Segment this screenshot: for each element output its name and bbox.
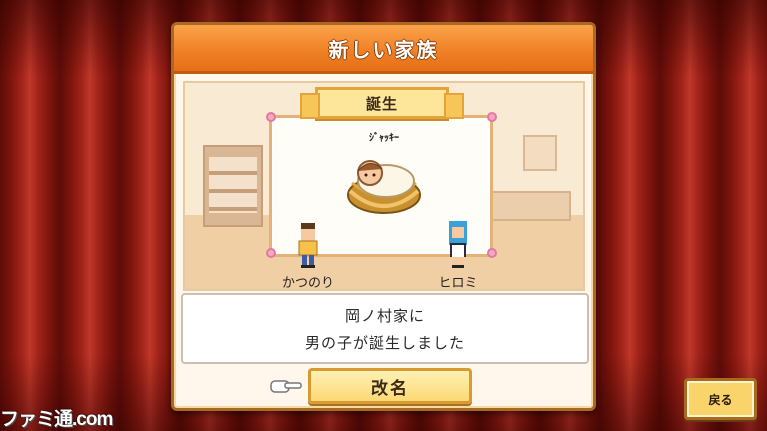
message-line-2: 男の子が誕生しました xyxy=(304,333,465,352)
flower-icon xyxy=(266,112,276,122)
window-icon xyxy=(523,135,557,171)
baby-name: ｼﾞｬｯｷｰ xyxy=(369,133,399,144)
dialog-title: 新しい家族 xyxy=(328,37,439,62)
flower-icon xyxy=(266,248,276,258)
counter-icon xyxy=(487,191,571,221)
back-label: 戻る xyxy=(708,392,733,407)
birth-ribbon: 誕生 xyxy=(300,87,464,119)
ribbon-label: 誕生 xyxy=(365,94,398,113)
message-box: 岡ノ村家に 男の子が誕生しました xyxy=(181,293,589,364)
rename-label: 改名 xyxy=(371,378,409,399)
flower-icon xyxy=(487,248,497,258)
mother-name: ヒロミ xyxy=(438,276,478,291)
back-button[interactable]: 戻る xyxy=(684,378,757,420)
new-family-dialog: 新しい家族 誕生 ｼﾞｬｯｷｰ かつのり ヒロミ 岡ノ村家に 男の子が誕生しまし… xyxy=(171,22,596,411)
father-sprite-icon xyxy=(298,223,318,268)
dialog-header: 新しい家族 xyxy=(174,25,593,74)
watermark-logo: ファミ通.com xyxy=(0,408,113,430)
pointing-hand-icon xyxy=(270,380,302,393)
message-line-1: 岡ノ村家に xyxy=(344,306,425,325)
mother-sprite-icon xyxy=(449,221,467,268)
father-name: かつのり xyxy=(281,276,334,291)
bookshelf-icon xyxy=(203,145,263,227)
flower-icon xyxy=(487,112,497,122)
baby-cradle-icon xyxy=(347,160,421,214)
rename-button[interactable]: 改名 xyxy=(308,368,472,404)
